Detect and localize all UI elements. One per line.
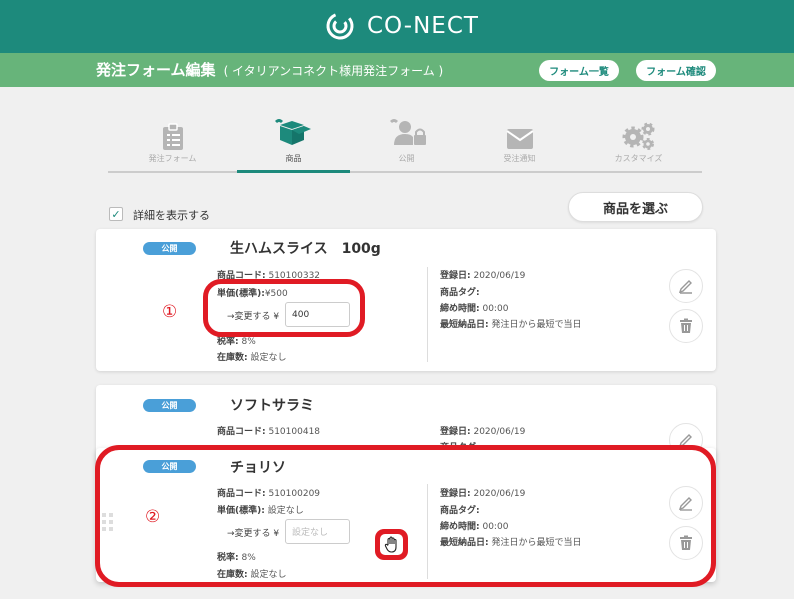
product-code-value: 510100418: [268, 427, 321, 437]
step-tabs: 発注フォーム 商品 公開 受注通知 カスタマイズ: [108, 115, 702, 173]
product-card[interactable]: 公開 生ハムスライス 100g 商品コード: 510100332 単価(標準):…: [96, 229, 716, 371]
delivery-label: 最短納品日:: [440, 320, 489, 330]
tax-value: 8%: [241, 337, 256, 347]
mail-icon: [505, 129, 534, 149]
registered-row: 登録日: 2020/06/19: [440, 268, 525, 281]
tab-order-notification[interactable]: 受注通知: [463, 115, 576, 173]
edit-button[interactable]: [669, 269, 703, 303]
tab-products-label: 商品: [285, 154, 302, 163]
delete-button[interactable]: [669, 309, 703, 343]
registered-value: 2020/06/19: [473, 271, 526, 281]
annotation-circle-1: [203, 279, 365, 337]
product-name: 生ハムスライス 100g: [230, 241, 381, 257]
show-details-label[interactable]: 詳細を表示する: [133, 207, 210, 223]
form-list-button[interactable]: フォーム一覧: [539, 60, 619, 81]
stock-value: 設定なし: [250, 353, 287, 363]
clipboard-icon: [162, 123, 183, 150]
registered-label: 登録日:: [440, 271, 471, 281]
product-code-label: 商品コード:: [217, 427, 266, 437]
tab-products[interactable]: 商品: [237, 115, 350, 173]
annotation-number-2: ②: [145, 507, 161, 527]
user-lock-icon: [389, 119, 426, 145]
show-details-checkbox[interactable]: ✓: [109, 207, 123, 221]
tab-publish[interactable]: 公開: [350, 115, 463, 173]
registered-row: 登録日: 2020/06/19: [440, 424, 525, 437]
stock-row: 在庫数: 設定なし: [217, 350, 287, 363]
tab-customize[interactable]: カスタマイズ: [582, 115, 695, 173]
cutoff-row: 締め時間: 00:00: [440, 301, 508, 314]
form-confirm-button[interactable]: フォーム確認: [636, 60, 716, 81]
delivery-value: 発注日から最短で当日: [491, 320, 582, 330]
page-subtitle: ( イタリアンコネクト様用発注フォーム ): [223, 64, 444, 78]
hand-icon: [384, 536, 397, 553]
tag-label: 商品タグ:: [440, 288, 480, 298]
box-icon: [274, 119, 311, 145]
tax-label: 税率:: [217, 337, 239, 347]
page-title-text: 発注フォーム編集: [96, 61, 216, 79]
logo-text: CO-NECT: [367, 13, 479, 39]
select-products-button[interactable]: 商品を選ぶ: [568, 192, 703, 222]
logo[interactable]: CO-NECT: [325, 10, 479, 42]
registered-value: 2020/06/19: [473, 427, 526, 437]
step-rail-active: [237, 170, 350, 173]
step-rail: [108, 171, 702, 173]
annotation-circle-2: [95, 445, 716, 587]
trash-icon: [680, 318, 692, 333]
delivery-row: 最短納品日: 発注日から最短で当日: [440, 317, 582, 330]
product-name: ソフトサラミ: [230, 398, 314, 414]
tag-row: 商品タグ:: [440, 285, 480, 298]
status-badge: 公開: [143, 399, 196, 412]
grab-cursor: [375, 529, 408, 560]
cutoff-label: 締め時間:: [440, 304, 480, 314]
tab-publish-label: 公開: [398, 154, 415, 163]
logo-mark-icon: [326, 12, 354, 40]
annotation-number-1: ①: [162, 302, 178, 322]
page-header: 発注フォーム編集 ( イタリアンコネクト様用発注フォーム ) フォーム一覧 フォー…: [0, 53, 794, 87]
page-title: 発注フォーム編集 ( イタリアンコネクト様用発注フォーム ): [96, 59, 443, 80]
tab-order-notification-label: 受注通知: [503, 154, 536, 163]
status-badge: 公開: [143, 242, 196, 255]
top-bar: CO-NECT: [0, 0, 794, 53]
divider: [427, 267, 428, 362]
gears-icon: [622, 122, 654, 150]
stock-label: 在庫数:: [217, 353, 248, 363]
tab-customize-label: カスタマイズ: [614, 154, 663, 163]
cutoff-value: 00:00: [482, 304, 509, 314]
tab-order-form[interactable]: 発注フォーム: [116, 115, 229, 173]
product-code-row: 商品コード: 510100418: [217, 424, 320, 437]
tab-order-form-label: 発注フォーム: [148, 154, 197, 163]
pencil-icon: [678, 280, 692, 294]
registered-label: 登録日:: [440, 427, 471, 437]
